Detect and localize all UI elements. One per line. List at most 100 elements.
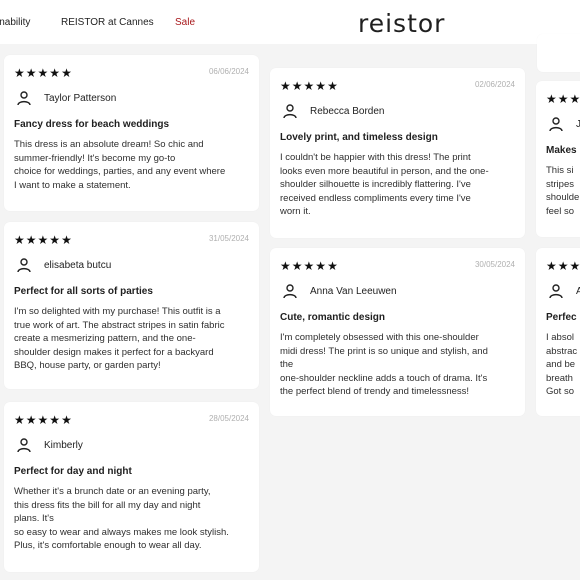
user-icon	[546, 114, 566, 134]
review-card: ★ ★ ★ ★ ★ 31/05/2024 elisabeta butcu Perfect…	[4, 222, 259, 389]
review-body: I'm so delighted with my purchase! This …	[14, 305, 249, 373]
review-body-line: Whether it's a brunch date or an evening…	[14, 486, 211, 497]
user-icon	[280, 101, 300, 121]
star-icon: ★	[61, 413, 72, 427]
review-body-line: This si	[546, 165, 574, 176]
star-icon: ★	[49, 413, 61, 427]
review-author: Anna Van Leeuwen	[310, 285, 397, 297]
star-icon: ★	[327, 79, 338, 93]
review-title: Fancy dress for beach weddings	[14, 119, 170, 130]
review-body-line: Got so	[546, 386, 574, 397]
review-body-line: shoulder design makes it perfect for a b…	[14, 346, 214, 358]
star-icon: ★	[49, 233, 61, 247]
star-icon: ★	[14, 413, 25, 427]
review-card: ★★★★★ J Makes This si stripes shoulde fe…	[536, 81, 580, 237]
review-body-line: create a mesmerizing pattern, and the on…	[14, 333, 196, 344]
review-body-line: choice for weddings, parties, and any ev…	[14, 166, 226, 177]
star-icon: ★	[327, 259, 338, 273]
star-icon: ★	[14, 233, 25, 247]
review-author: Kimberly	[44, 439, 83, 451]
review-card: ★ ★ ★ ★ ★ 06/06/2024 Taylor Patterson Fancy …	[4, 55, 259, 211]
review-body-line: I'm so delighted with my purchase! This …	[14, 306, 221, 317]
review-date: 02/06/2024	[474, 80, 515, 89]
review-body-line: worn it.	[280, 206, 311, 217]
review-title: Perfect for day and night	[14, 466, 132, 477]
review-card-partial	[537, 34, 580, 72]
star-rating: ★★★★★	[546, 260, 580, 272]
star-icon: ★	[546, 92, 557, 106]
review-date: 30/05/2024	[474, 260, 515, 269]
review-body: I absol abstrac and be breath Got so	[546, 331, 580, 399]
review-body-line: and be	[546, 359, 576, 370]
review-body-line: shoulder silhouette is incredibly flatte…	[280, 179, 471, 190]
star-icon: ★	[546, 259, 557, 273]
star-icon: ★	[315, 79, 327, 93]
review-card: ★ ★ ★ ★ ★ 30/05/2024 Anna Van Leeuwen Cute, …	[270, 248, 525, 416]
review-body-line: breath	[546, 372, 573, 384]
review-body-line: true work of art. The abstract stripes i…	[14, 319, 225, 331]
review-body-line: BBQ, house party, or garden party!	[14, 360, 161, 371]
star-icon: ★	[37, 66, 49, 80]
star-icon: ★	[37, 233, 49, 247]
review-author: J	[576, 118, 580, 130]
review-body-line: stripes	[546, 178, 574, 190]
review-body-line: Plus, it's comfortable enough to wear al…	[14, 540, 202, 551]
review-card: ★★★★★ A Perfec I absol abstrac and be br…	[536, 248, 580, 416]
review-author: Rebecca Borden	[310, 105, 385, 117]
review-title: Perfec	[546, 312, 577, 323]
review-author: A	[576, 285, 580, 297]
star-icon: ★	[291, 79, 303, 93]
star-icon: ★	[569, 92, 580, 106]
review-body: I couldn't be happier with this dress! T…	[280, 151, 515, 219]
review-body: This dress is an absolute dream! So chic…	[14, 138, 249, 192]
nav-link-reistor-at-cannes[interactable]: REISTOR at Cannes	[61, 17, 154, 28]
user-icon	[14, 435, 34, 455]
star-rating: ★★★★★	[546, 93, 580, 105]
review-body-line: feel so	[546, 205, 574, 217]
review-body-line: This dress is an absolute dream! So chic…	[14, 139, 204, 150]
review-body-line: plans. It's	[14, 513, 54, 524]
user-icon	[14, 88, 34, 108]
star-icon: ★	[25, 66, 37, 80]
review-body-line: I'm completely obsessed with this one-sh…	[280, 332, 479, 343]
review-date: 06/06/2024	[208, 67, 249, 76]
star-icon: ★	[557, 259, 569, 273]
star-icon: ★	[61, 233, 72, 247]
review-body: Whether it's a brunch date or an evening…	[14, 485, 249, 553]
star-icon: ★	[291, 259, 303, 273]
nav-link-sale[interactable]: Sale	[175, 17, 195, 28]
top-navigation-bar: inability REISTOR at Cannes Sale reistor	[0, 0, 580, 44]
user-icon	[280, 281, 300, 301]
review-title: Lovely print, and timeless design	[280, 132, 438, 143]
review-body-line: the	[280, 359, 294, 370]
review-body-line: one-shoulder neckline adds a touch of dr…	[280, 372, 488, 384]
review-author: Taylor Patterson	[44, 92, 117, 104]
review-body-line: the perfect blend of trendy and timeless…	[280, 386, 470, 397]
star-icon: ★	[303, 259, 315, 273]
star-icon: ★	[25, 413, 37, 427]
review-body-line: I absol	[546, 332, 574, 343]
star-icon: ★	[280, 259, 291, 273]
review-date: 28/05/2024	[208, 414, 249, 423]
star-icon: ★	[49, 66, 61, 80]
review-body-line: looks even more beautiful in person, and…	[280, 165, 489, 177]
review-body: I'm completely obsessed with this one-sh…	[280, 331, 515, 399]
star-icon: ★	[315, 259, 327, 273]
nav-link-sustainability[interactable]: inability	[0, 17, 30, 28]
review-title: Makes	[546, 145, 577, 156]
review-card: ★ ★ ★ ★ ★ 02/06/2024 Rebecca Borden Lovely p…	[270, 68, 525, 238]
brand-logo[interactable]: reistor	[358, 9, 445, 38]
star-icon: ★	[61, 66, 72, 80]
review-body: This si stripes shoulde feel so	[546, 164, 580, 218]
review-body-line: summer-friendly! It's become my go-to	[14, 152, 176, 164]
review-body-line: this dress fits the bill for all my day …	[14, 499, 201, 511]
star-icon: ★	[37, 413, 49, 427]
review-title: Cute, romantic design	[280, 312, 386, 323]
star-icon: ★	[25, 233, 37, 247]
review-body-line: abstrac	[546, 345, 578, 357]
user-icon	[546, 281, 566, 301]
review-body-line: I couldn't be happier with this dress! T…	[280, 152, 471, 163]
star-icon: ★	[280, 79, 291, 93]
star-icon: ★	[303, 79, 315, 93]
user-icon	[14, 255, 34, 275]
